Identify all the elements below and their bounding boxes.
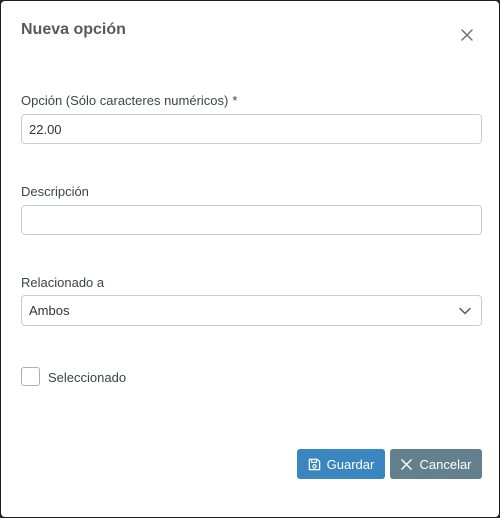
- related-label: Relacionado a: [21, 275, 105, 290]
- cancel-button[interactable]: Cancelar: [390, 449, 482, 479]
- new-option-dialog: Nueva opción Opción (Sólo caracteres num…: [0, 0, 500, 518]
- selected-checkbox-label[interactable]: Seleccionado: [48, 370, 126, 385]
- save-button[interactable]: Guardar: [297, 449, 385, 479]
- description-label: Descripción: [21, 184, 89, 199]
- related-select-value: Ambos: [29, 303, 70, 318]
- cancel-button-label: Cancelar: [419, 456, 472, 472]
- close-button[interactable]: [459, 27, 475, 43]
- description-input[interactable]: [21, 205, 482, 235]
- option-label-text: Opción (Sólo caracteres numéricos): [21, 93, 229, 108]
- selected-checkbox[interactable]: [21, 367, 40, 386]
- dialog-title: Nueva opción: [21, 21, 126, 38]
- option-label: Opción (Sólo caracteres numéricos) *: [21, 93, 237, 108]
- save-icon: [308, 458, 320, 470]
- required-mark: *: [232, 93, 238, 108]
- related-select[interactable]: Ambos: [21, 295, 482, 326]
- save-button-label: Guardar: [326, 456, 375, 472]
- close-icon: [401, 458, 413, 470]
- chevron-down-icon: [459, 307, 471, 315]
- option-input[interactable]: [21, 114, 482, 144]
- close-icon: [461, 29, 473, 41]
